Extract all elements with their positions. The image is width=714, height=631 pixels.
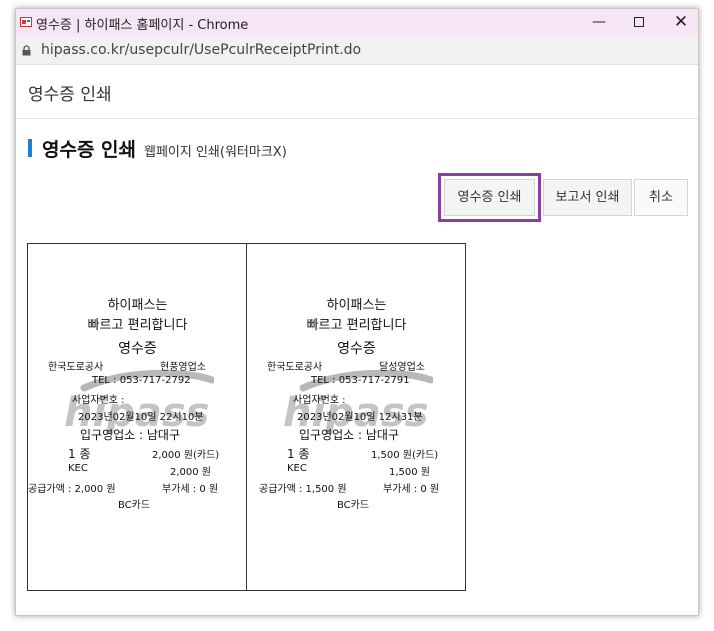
maximize-icon [634,17,644,27]
receipt-supply-value: 공급가액 : 2,000 원 [28,484,116,495]
receipt-slogan-1: 하이패스는 [326,298,387,313]
page-header: 영수증 인쇄 [16,66,698,119]
address-bar[interactable]: hipass.co.kr/usepculr/UsePculrReceiptPri… [16,37,698,65]
receipt-issuer-amount: 2,000 원 [170,467,212,478]
receipt-slogan-2: 빠르고 편리합니다 [87,318,188,333]
receipt-slogan-1: 하이패스는 [107,298,168,313]
url-text[interactable]: hipass.co.kr/usepculr/UsePculrReceiptPri… [41,42,361,58]
section-accent-bar [28,139,32,157]
close-button[interactable]: ✕ [661,9,701,37]
receipt-issuer: KEC [287,463,307,474]
section-subtitle: 웹페이지 인쇄(워터마크X) [144,145,287,160]
receipt-card-type: BC카드 [337,500,370,511]
receipt-tel: TEL : 053-717-2792 [92,375,191,386]
receipt-heading: 영수증 [118,341,157,357]
receipt-entry-office: 입구영업소 : 남대구 [80,428,180,442]
page-title: 영수증 인쇄 [28,85,112,105]
receipt-supply-value: 공급가액 : 1,500 원 [259,484,347,495]
section-title: 영수증 인쇄 [42,139,137,161]
maximize-button[interactable] [619,9,659,37]
receipt-issuer-amount: 1,500 원 [389,467,431,478]
receipt-card: hipass 하이패스는 빠르고 편리합니다 영수증 한국도로공사 현풍영업소 … [28,244,247,590]
receipt-vat: 부가세 : 0 원 [383,484,440,495]
site-favicon-icon [20,17,32,27]
minimize-button[interactable]: — [579,9,619,37]
receipt-business-number: 사업자번호 : [293,395,346,406]
print-receipt-button[interactable]: 영수증 인쇄 [438,173,541,222]
title-bar: 영수증 | 하이패스 홈페이지 - Chrome — ✕ [16,9,698,37]
cancel-button[interactable]: 취소 [634,179,688,216]
receipt-heading: 영수증 [337,341,376,357]
receipt-datetime: 2023년02월10일 12시31분 [297,412,423,423]
receipt-datetime: 2023년02월10일 22시10분 [78,412,204,423]
receipt-entry-office: 입구영업소 : 남대구 [299,428,399,442]
receipt-vat: 부가세 : 0 원 [162,484,219,495]
lock-icon [22,45,31,56]
receipt-tel: TEL : 053-717-2791 [311,375,410,386]
receipt-business-number: 사업자번호 : [72,395,125,406]
receipt-office: 달성영업소 [379,362,425,373]
receipt-issuer: KEC [68,463,88,474]
receipt-vehicle-class: 1 종 [68,447,91,461]
print-report-button[interactable]: 보고서 인쇄 [543,179,632,216]
receipt-amount-card: 1,500 원(카드) [371,450,439,461]
receipt-slogan-2: 빠르고 편리합니다 [306,318,407,333]
receipt-company: 한국도로공사 [267,362,323,373]
receipt-card: hipass 하이패스는 빠르고 편리합니다 영수증 한국도로공사 달성영업소 … [247,244,466,590]
receipt-amount-card: 2,000 원(카드) [152,450,220,461]
receipt-card-type: BC카드 [118,500,151,511]
window-title: 영수증 | 하이패스 홈페이지 - Chrome [36,18,249,33]
receipt-vehicle-class: 1 종 [287,447,310,461]
receipt-company: 한국도로공사 [48,362,104,373]
browser-window: 영수증 | 하이패스 홈페이지 - Chrome — ✕ hipass.co.k… [15,8,699,616]
receipt-office: 현풍영업소 [160,362,206,373]
receipt-preview: hipass 하이패스는 빠르고 편리합니다 영수증 한국도로공사 현풍영업소 … [27,243,466,591]
